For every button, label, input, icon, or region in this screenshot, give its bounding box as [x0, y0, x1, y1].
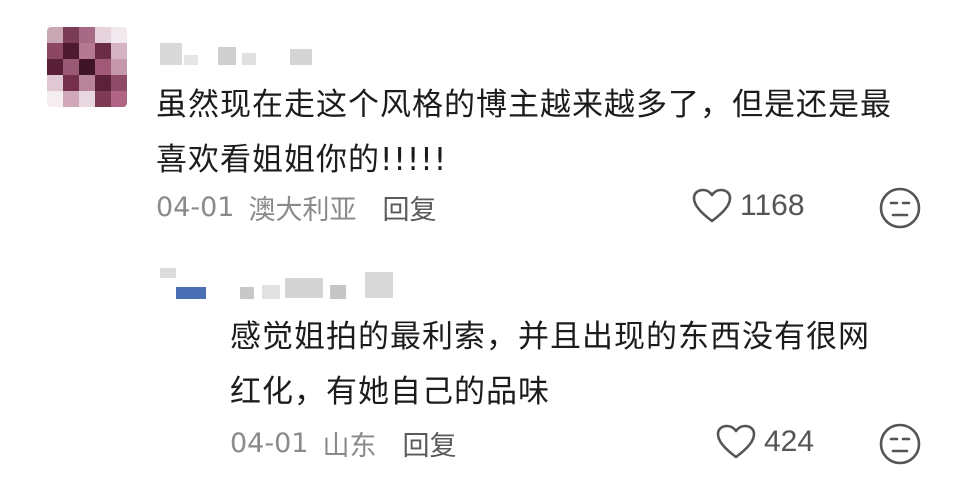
heart-outline-icon: [692, 188, 732, 223]
reply-location: 山东: [322, 431, 377, 462]
reply-text: 感觉姐拍的最利索，并且出现的东西没有很网 红化，有她自己的品味: [230, 310, 870, 420]
commenter-name-redacted[interactable]: [160, 43, 312, 65]
comment-text-line: 虽然现在走这个风格的博主越来越多了，但是还是最: [156, 87, 892, 123]
reply-text-line: 感觉姐拍的最利索，并且出现的东西没有很网: [230, 319, 870, 355]
like-count: 424: [764, 425, 815, 458]
comment-location: 澳大利亚: [248, 195, 357, 226]
reply-meta: 04-01 山东 回复: [230, 424, 456, 463]
comment-thread: 虽然现在走这个风格的博主越来越多了，但是还是最 喜欢看姐姐你的!!!!! 04-…: [0, 0, 960, 486]
comment-text: 虽然现在走这个风格的博主越来越多了，但是还是最 喜欢看姐姐你的!!!!!: [156, 78, 892, 188]
comment-date: 04-01: [156, 192, 235, 223]
reply-button[interactable]: 回复: [382, 188, 436, 227]
like-button[interactable]: 424: [716, 424, 814, 460]
like-button[interactable]: 1168: [692, 188, 805, 224]
reply-date: 04-01: [230, 428, 309, 459]
commenter-avatar[interactable]: [47, 27, 127, 107]
reply-button[interactable]: 回复: [402, 424, 456, 463]
meh-face-icon[interactable]: [878, 422, 922, 466]
comment-meta: 04-01 澳大利亚 回复: [156, 188, 436, 227]
like-count: 1168: [740, 189, 805, 222]
meh-face-icon[interactable]: [878, 186, 922, 230]
reply-text-line: 红化，有她自己的品味: [230, 374, 550, 410]
comment-text-line: 喜欢看姐姐你的!!!!!: [156, 142, 448, 178]
heart-outline-icon: [716, 424, 756, 459]
